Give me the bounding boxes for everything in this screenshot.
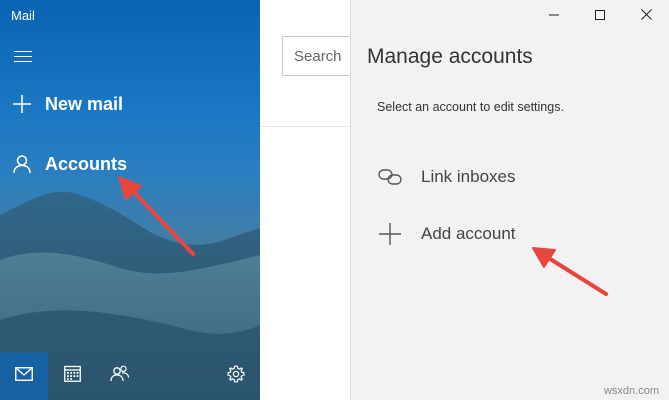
accounts-button[interactable]: Accounts <box>0 144 260 184</box>
window-controls <box>531 0 669 32</box>
accounts-label: Accounts <box>45 153 128 174</box>
bottom-app-bar <box>0 352 260 400</box>
calendar-switch-button[interactable] <box>48 352 96 400</box>
divider <box>260 126 350 127</box>
nav-background-image <box>0 191 260 400</box>
link-inboxes-button[interactable]: Link inboxes <box>375 157 516 197</box>
link-inboxes-label: Link inboxes <box>421 167 516 186</box>
people-icon <box>110 365 130 387</box>
flyout-title: Manage accounts <box>367 45 533 68</box>
add-account-label: Add account <box>421 224 516 243</box>
close-icon <box>640 7 652 25</box>
watermark: wsxdn.com <box>603 385 659 397</box>
plus-icon <box>375 222 405 246</box>
navigation-pane: Mail New mail Accounts <box>0 0 260 400</box>
link-icon <box>375 168 405 186</box>
new-mail-button[interactable]: New mail <box>0 84 260 124</box>
calendar-icon <box>63 365 81 387</box>
add-account-button[interactable]: Add account <box>375 214 516 254</box>
close-button[interactable] <box>623 0 669 32</box>
settings-button[interactable] <box>212 352 260 400</box>
flyout-subtitle: Select an account to edit settings. <box>377 100 564 114</box>
mail-icon <box>15 366 33 386</box>
maximize-icon <box>595 7 605 25</box>
plus-icon <box>0 94 46 114</box>
person-icon <box>0 154 46 174</box>
message-list-pane: Search <box>260 0 362 400</box>
minimize-icon <box>549 7 559 25</box>
hamburger-menu-icon[interactable] <box>14 47 34 63</box>
app-title: Mail <box>11 8 35 23</box>
manage-accounts-flyout: Manage accounts Select an account to edi… <box>350 0 669 400</box>
new-mail-label: New mail <box>45 93 124 114</box>
mail-switch-button[interactable] <box>0 352 48 400</box>
maximize-button[interactable] <box>577 0 623 32</box>
minimize-button[interactable] <box>531 0 577 32</box>
people-switch-button[interactable] <box>96 352 144 400</box>
gear-icon <box>227 365 245 388</box>
